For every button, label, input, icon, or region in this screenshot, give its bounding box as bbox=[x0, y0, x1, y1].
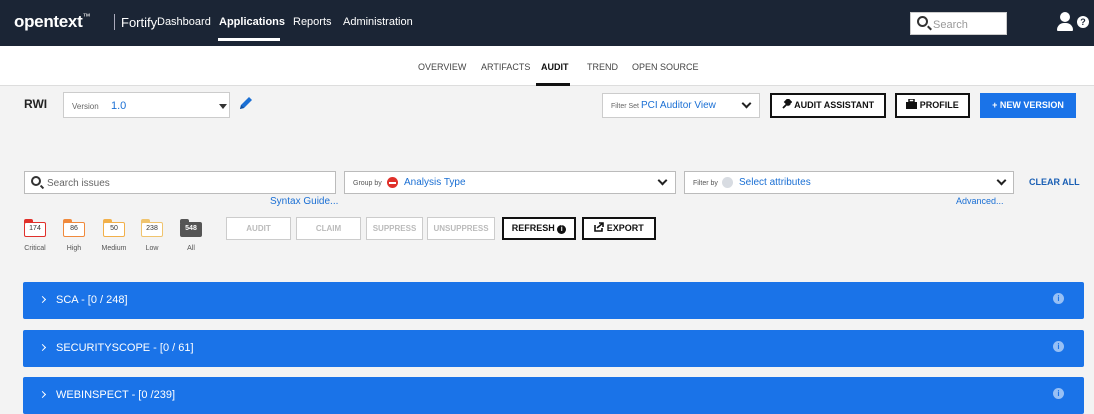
profile-label: PROFILE bbox=[919, 100, 959, 110]
tab-audit[interactable]: AUDIT bbox=[541, 62, 569, 72]
export-icon bbox=[594, 222, 605, 232]
logo-divider bbox=[114, 14, 115, 30]
group-by-label: Group by bbox=[353, 180, 382, 187]
edit-pencil-icon[interactable] bbox=[237, 96, 255, 112]
filter-set-select[interactable]: Filter Set PCI Auditor View bbox=[602, 93, 760, 118]
severity-low-folder[interactable]: 238 bbox=[141, 219, 163, 237]
export-button[interactable]: EXPORT bbox=[582, 217, 656, 240]
filter-set-label: Filter Set bbox=[611, 103, 640, 110]
application-name: RWI bbox=[24, 97, 48, 111]
gavel-icon bbox=[782, 97, 793, 109]
opentext-logo[interactable]: opentext™ bbox=[14, 12, 90, 32]
nav-active-indicator bbox=[218, 38, 280, 41]
filter-dot-icon bbox=[722, 177, 733, 188]
audit-assistant-label: AUDIT ASSISTANT bbox=[794, 100, 875, 110]
severity-medium-folder[interactable]: 50 bbox=[103, 219, 125, 237]
tab-trend[interactable]: TREND bbox=[587, 62, 618, 72]
filter-by-label: Filter by bbox=[693, 180, 718, 187]
tab-open-source[interactable]: OPEN SOURCE bbox=[632, 62, 699, 72]
search-icon bbox=[917, 16, 928, 27]
severity-low-label: Low bbox=[145, 245, 159, 252]
new-version-button[interactable]: + NEW VERSION bbox=[980, 93, 1076, 118]
group-title: WEBINSPECT - [0 /239] bbox=[56, 389, 176, 401]
chevron-down-icon bbox=[996, 175, 1007, 186]
severity-medium-count: 50 bbox=[103, 222, 125, 237]
nav-reports[interactable]: Reports bbox=[293, 16, 332, 28]
severity-all-folder[interactable]: 548 bbox=[180, 219, 202, 237]
search-issues-placeholder: Search issues bbox=[47, 178, 110, 189]
info-icon[interactable]: i bbox=[1053, 388, 1064, 399]
group-accordion-securityscope[interactable]: SECURITYSCOPE - [0 / 61] i bbox=[23, 330, 1084, 367]
profile-button[interactable]: PROFILE bbox=[895, 93, 970, 118]
suppress-button[interactable]: SUPPRESS bbox=[366, 217, 423, 240]
no-entry-icon bbox=[387, 177, 398, 188]
refresh-button[interactable]: REFRESH i bbox=[502, 217, 576, 240]
tab-artifacts[interactable]: ARTIFACTS bbox=[481, 62, 530, 72]
audit-button[interactable]: AUDIT bbox=[226, 217, 291, 240]
version-subtabs: OVERVIEW ARTIFACTS AUDIT TREND OPEN SOUR… bbox=[0, 46, 1094, 86]
severity-critical-label: Critical bbox=[24, 245, 46, 252]
version-select[interactable]: Version 1.0 bbox=[63, 92, 230, 118]
nav-applications[interactable]: Applications bbox=[219, 16, 285, 28]
group-accordion-sca[interactable]: SCA - [0 / 248] i bbox=[23, 282, 1084, 319]
tab-overview[interactable]: OVERVIEW bbox=[418, 62, 466, 72]
unsuppress-button[interactable]: UNSUPPRESS bbox=[427, 217, 495, 240]
version-value: 1.0 bbox=[111, 100, 127, 112]
filter-set-value: PCI Auditor View bbox=[641, 100, 716, 111]
top-header: opentext™ Fortify Dashboard Applications… bbox=[0, 0, 1094, 46]
severity-all-count: 548 bbox=[180, 222, 202, 237]
group-by-value: Analysis Type bbox=[404, 177, 466, 188]
chevron-down-icon bbox=[657, 175, 668, 186]
group-title: SCA - [0 / 248] bbox=[56, 294, 128, 306]
global-search-placeholder: Search bbox=[933, 19, 968, 31]
info-icon: i bbox=[557, 225, 567, 234]
help-icon[interactable]: ? bbox=[1077, 16, 1089, 28]
severity-critical-folder[interactable]: 174 bbox=[24, 219, 46, 237]
severity-all-label: All bbox=[187, 245, 195, 252]
severity-medium-label: Medium bbox=[101, 245, 127, 252]
syntax-guide-link[interactable]: Syntax Guide... bbox=[270, 196, 338, 207]
group-title: SECURITYSCOPE - [0 / 61] bbox=[56, 342, 194, 354]
claim-button[interactable]: CLAIM bbox=[296, 217, 361, 240]
refresh-label: REFRESH bbox=[511, 223, 555, 233]
chevron-right-icon bbox=[38, 295, 47, 304]
chevron-right-icon bbox=[38, 343, 47, 352]
product-name: Fortify bbox=[121, 15, 158, 30]
severity-high-label: High bbox=[66, 245, 82, 252]
info-icon[interactable]: i bbox=[1053, 293, 1064, 304]
search-icon bbox=[31, 176, 41, 186]
nav-administration[interactable]: Administration bbox=[343, 16, 413, 28]
advanced-link[interactable]: Advanced... bbox=[956, 196, 1004, 206]
global-search-input[interactable]: Search bbox=[910, 12, 1007, 35]
nav-dashboard[interactable]: Dashboard bbox=[157, 16, 211, 28]
filter-by-value: Select attributes bbox=[739, 177, 811, 188]
severity-high-count: 86 bbox=[63, 222, 85, 237]
group-by-select[interactable]: Group by Analysis Type bbox=[344, 171, 676, 194]
severity-high-folder[interactable]: 86 bbox=[63, 219, 85, 237]
audit-assistant-button[interactable]: AUDIT ASSISTANT bbox=[770, 93, 886, 118]
group-accordion-webinspect[interactable]: WEBINSPECT - [0 /239] i bbox=[23, 377, 1084, 414]
info-icon[interactable]: i bbox=[1053, 341, 1064, 352]
search-issues-input[interactable]: Search issues bbox=[24, 171, 336, 194]
filter-by-select[interactable]: Filter by Select attributes bbox=[684, 171, 1014, 194]
chevron-right-icon bbox=[38, 390, 47, 399]
severity-critical-count: 174 bbox=[24, 222, 46, 237]
version-label: Version bbox=[72, 102, 99, 111]
severity-low-count: 238 bbox=[141, 222, 163, 237]
chevron-down-icon bbox=[741, 98, 752, 109]
export-label: EXPORT bbox=[606, 223, 644, 233]
briefcase-icon bbox=[906, 98, 918, 109]
caret-down-icon bbox=[219, 104, 227, 109]
user-icon[interactable] bbox=[1057, 12, 1073, 32]
clear-all-button[interactable]: CLEAR ALL bbox=[1029, 177, 1080, 187]
tab-active-indicator bbox=[536, 83, 570, 86]
